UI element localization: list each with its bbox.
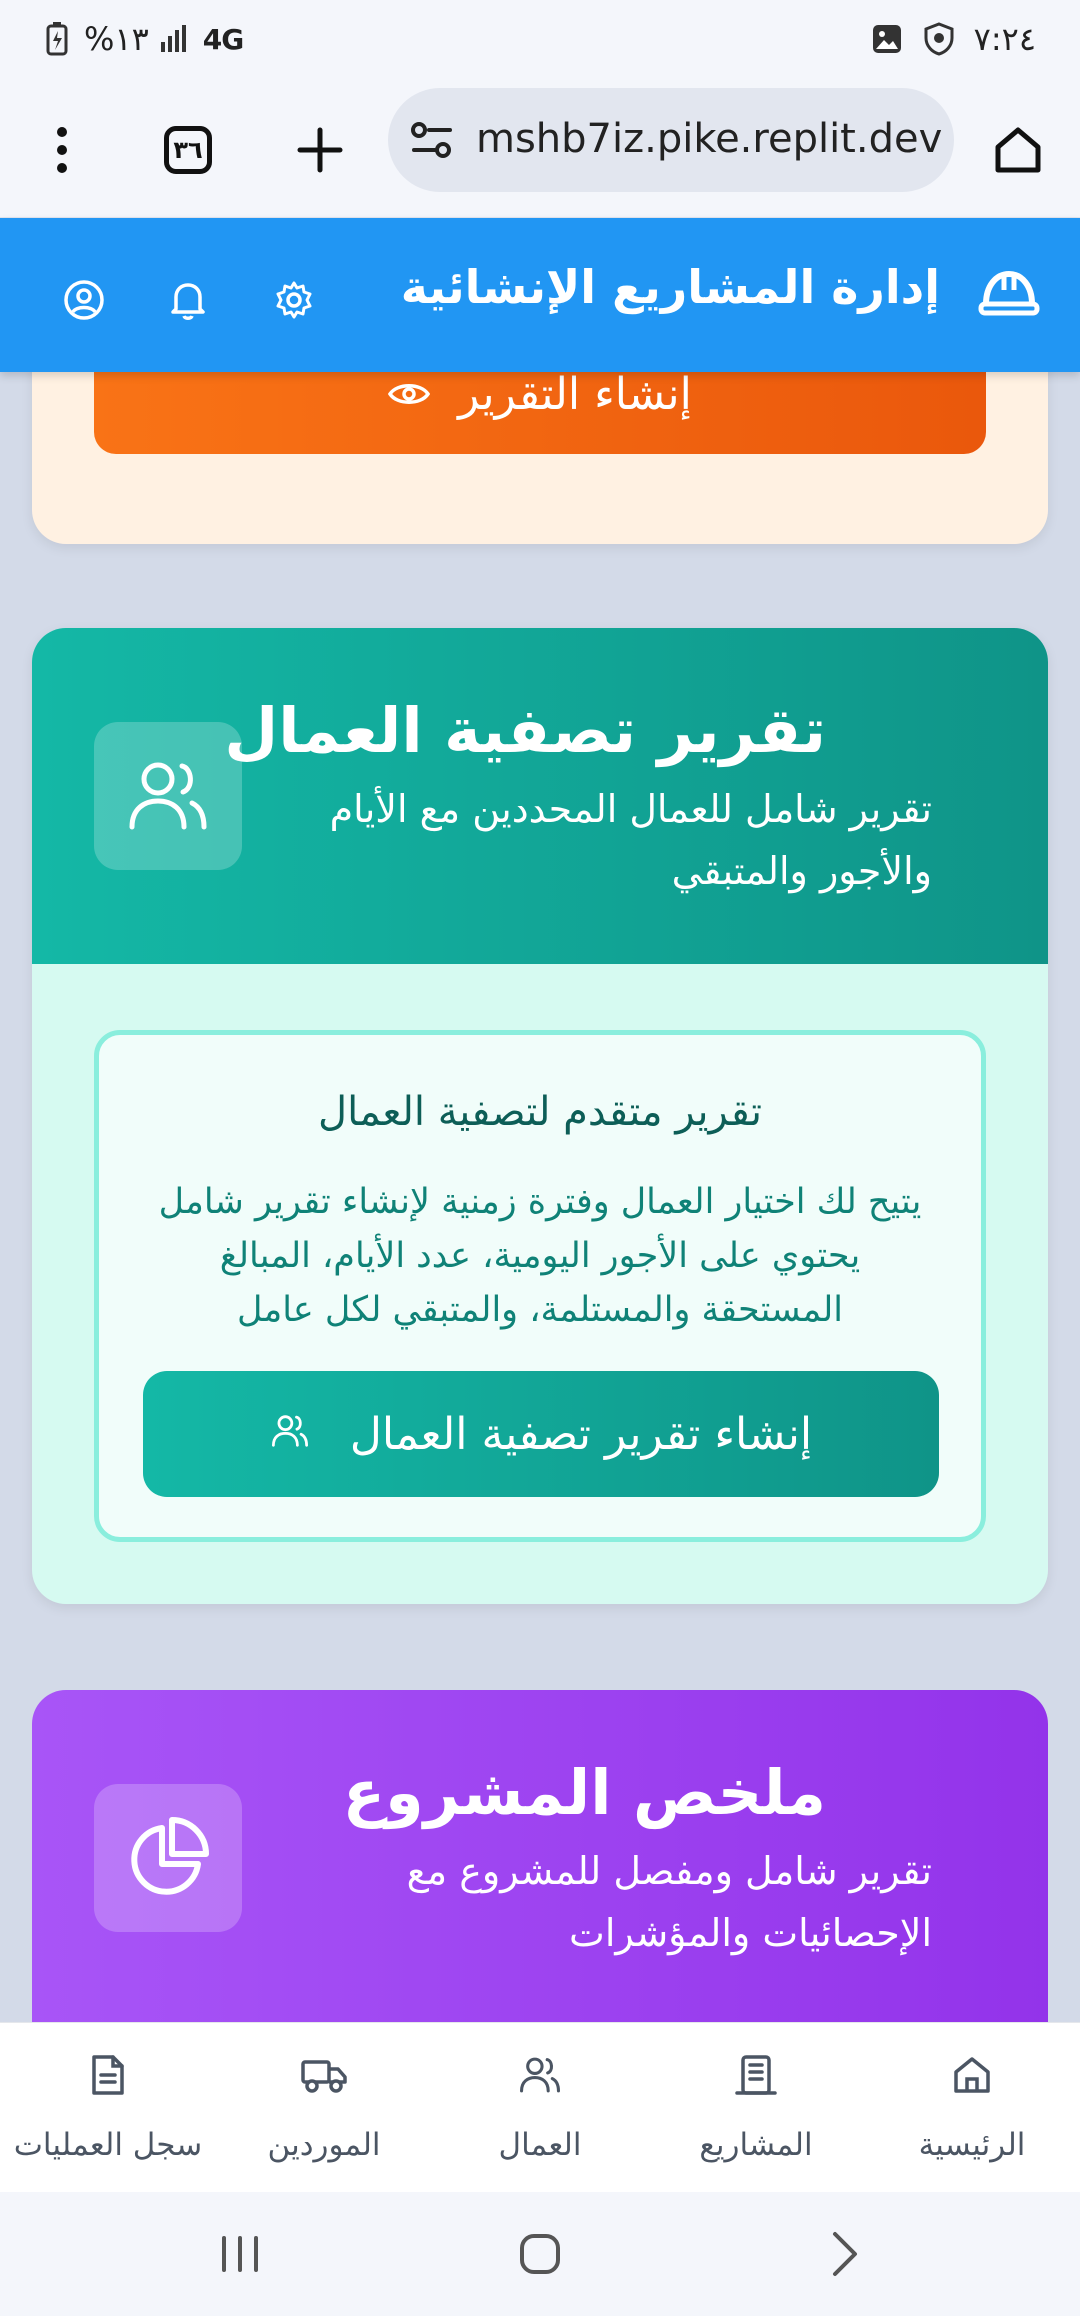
workers-card-title: تقرير تصفية العمال: [224, 694, 826, 767]
summary-card-subtitle: تقرير شامل ومفصل للمشروع مع الإحصائيات و…: [406, 1849, 932, 1955]
network-type: 4G: [202, 22, 244, 56]
nav-label: الموردين: [267, 2127, 381, 2163]
gallery-icon: [870, 22, 904, 56]
nav-label: المشاريع: [699, 2127, 813, 2163]
workers-info-description: يتيح لك اختيار العمال وفترة زمنية لإنشاء…: [158, 1182, 922, 1330]
url-bar[interactable]: mshb7iz.pike.replit.dev: [388, 88, 954, 192]
back-icon[interactable]: [804, 2222, 884, 2286]
document-icon: [0, 2045, 216, 2105]
users-icon: [94, 722, 242, 870]
battery-percent: %١٣: [84, 20, 149, 58]
bottom-navigation: الرئيسية المشاريع العمال الموردين سجل ال…: [0, 2022, 1080, 2192]
home-icon[interactable]: [978, 110, 1058, 190]
create-workers-report-label: إنشاء تقرير تصفية العمال: [349, 1408, 813, 1460]
clock: ٧:٢٤: [973, 20, 1036, 58]
eye-icon: [388, 372, 431, 420]
status-left: %١٣ 4G: [40, 20, 244, 58]
url-text: mshb7iz.pike.replit.dev: [476, 116, 943, 162]
shield-icon: [922, 22, 956, 56]
nav-label: الرئيسية: [918, 2127, 1026, 2163]
nav-item-suppliers[interactable]: الموردين: [216, 2023, 432, 2193]
workers-card-subtitle: تقرير شامل للعمال المحددين مع الأيام وال…: [329, 787, 932, 893]
workers-info-title: تقرير متقدم لتصفية العمال: [318, 1089, 762, 1135]
app-header: إدارة المشاريع الإنشائية: [0, 218, 1080, 372]
gear-icon[interactable]: [262, 268, 326, 332]
plus-icon[interactable]: [280, 110, 360, 190]
nav-item-projects[interactable]: المشاريع: [648, 2023, 864, 2193]
system-navigation: [0, 2192, 1080, 2316]
battery-icon: [40, 22, 74, 56]
summary-card-title: ملخص المشروع: [342, 1756, 826, 1829]
nav-item-home[interactable]: الرئيسية: [864, 2023, 1080, 2193]
tab-count: ٣٦: [164, 126, 212, 174]
recent-apps-icon[interactable]: [200, 2222, 280, 2286]
create-report-label: إنشاء التقرير: [458, 372, 692, 420]
nav-item-workers[interactable]: العمال: [432, 2023, 648, 2193]
nav-item-operations-log[interactable]: سجل العمليات: [0, 2023, 216, 2193]
menu-dots-icon[interactable]: [22, 110, 102, 190]
users-icon: [432, 2045, 648, 2105]
truck-icon: [216, 2045, 432, 2105]
nav-label: العمال: [498, 2127, 582, 2163]
nav-label: سجل العمليات: [13, 2127, 203, 2163]
create-workers-report-button[interactable]: إنشاء تقرير تصفية العمال: [143, 1371, 939, 1497]
signal-icon: [159, 22, 193, 56]
page-title: إدارة المشاريع الإنشائية: [400, 260, 940, 314]
workers-card-header: تقرير تصفية العمال تقرير شامل للعمال الم…: [32, 628, 1048, 964]
home-icon: [864, 2045, 1080, 2105]
home-button-icon[interactable]: [500, 2222, 580, 2286]
site-settings-icon[interactable]: [410, 118, 454, 166]
main-content[interactable]: إنشاء التقرير تقرير تصفية العمال تقرير ش…: [0, 372, 1080, 2022]
building-icon: [648, 2045, 864, 2105]
pie-chart-icon: [94, 1784, 242, 1932]
status-right: ٧:٢٤: [870, 20, 1036, 58]
project-summary-card: ملخص المشروع تقرير شامل ومفصل للمشروع مع…: [32, 1690, 1048, 2022]
status-bar: %١٣ 4G ٧:٢٤: [0, 0, 1080, 82]
bell-icon[interactable]: [156, 268, 220, 332]
tabs-button[interactable]: ٣٦: [148, 110, 228, 190]
workers-info-box: تقرير متقدم لتصفية العمال يتيح لك اختيار…: [94, 1030, 986, 1542]
workers-settlement-card: تقرير تصفية العمال تقرير شامل للعمال الم…: [32, 628, 1048, 1604]
report-card: إنشاء التقرير: [32, 372, 1048, 544]
create-report-button[interactable]: إنشاء التقرير: [94, 372, 986, 454]
users-small-icon: [270, 1409, 310, 1460]
helmet-icon: [978, 266, 1040, 322]
user-icon[interactable]: [52, 268, 116, 332]
